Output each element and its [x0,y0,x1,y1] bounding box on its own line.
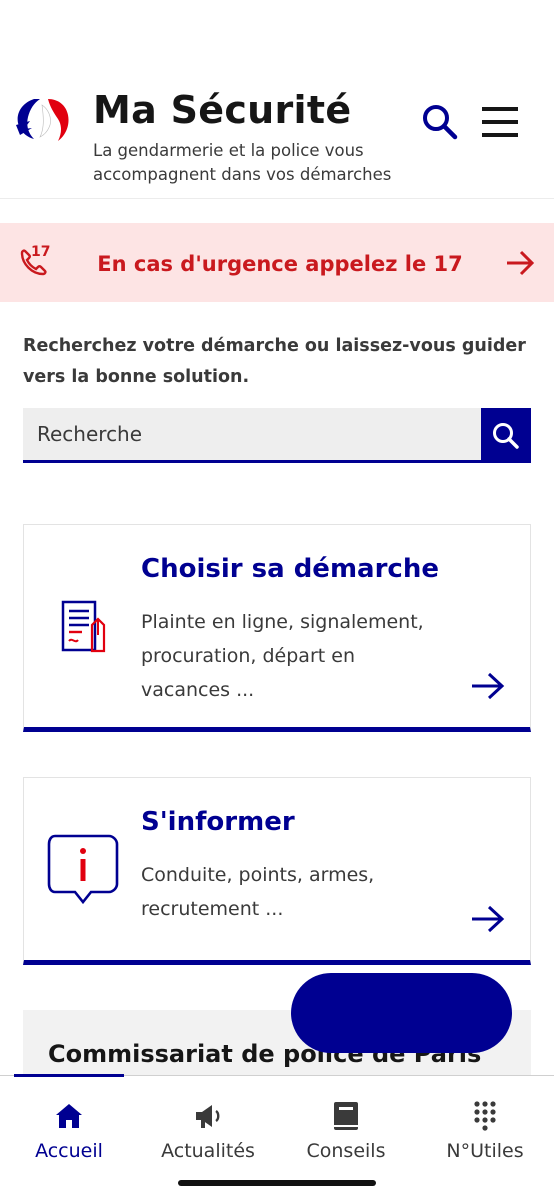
nav-item-actualites[interactable]: Actualités [139,1100,277,1162]
arrow-right-icon [470,671,506,701]
megaphone-icon [196,1105,220,1128]
app-subtitle: La gendarmerie et la police vous accompa… [93,141,392,184]
card-choisir-demarche[interactable]: Choisir sa démarche Plainte en ligne, si… [23,524,531,732]
search-icon [423,105,458,140]
info-bubble-icon [47,834,119,906]
card-sinformer[interactable]: S'informer Conduite, points, armes, recr… [23,777,531,965]
search-field[interactable] [23,408,481,463]
urgency-text: En cas d'urgence appelez le 17 [97,252,463,276]
nav-item-conseils[interactable]: Conseils [277,1100,415,1162]
app-title: Ma Sécurité [93,88,352,132]
active-tab-indicator [14,1074,124,1077]
menu-button[interactable] [480,104,520,140]
arrow-right-icon [470,904,506,934]
search-input[interactable] [23,408,481,460]
nav-label: Actualités [161,1140,255,1162]
keypad-icon [474,1101,496,1131]
arrow-right-icon [505,249,535,277]
nav-label: Conseils [306,1140,386,1162]
intro-text: Recherchez votre démarche ou laissez-vou… [23,336,526,387]
search-submit-button[interactable] [481,408,531,463]
marianne-logo [12,95,74,147]
nav-item-numeros-utiles[interactable]: N°Utiles [416,1100,554,1162]
nav-label: N°Utiles [446,1140,524,1162]
card-description: Conduite, points, armes, recrutement ... [141,864,375,920]
book-icon [334,1102,358,1130]
document-pen-icon [60,599,110,657]
card-title: Choisir sa démarche [141,554,439,584]
home-icon [56,1104,82,1128]
nav-label: Accueil [35,1140,103,1162]
search-icon [493,423,519,449]
card-description: Plainte en ligne, signalement, procurati… [141,611,424,701]
home-indicator[interactable] [178,1180,376,1186]
header-search-button[interactable] [420,102,460,142]
card-title: S'informer [141,807,295,837]
floating-action-button[interactable] [291,973,512,1053]
hamburger-icon [482,107,518,137]
nav-item-accueil[interactable]: Accueil [0,1100,138,1162]
